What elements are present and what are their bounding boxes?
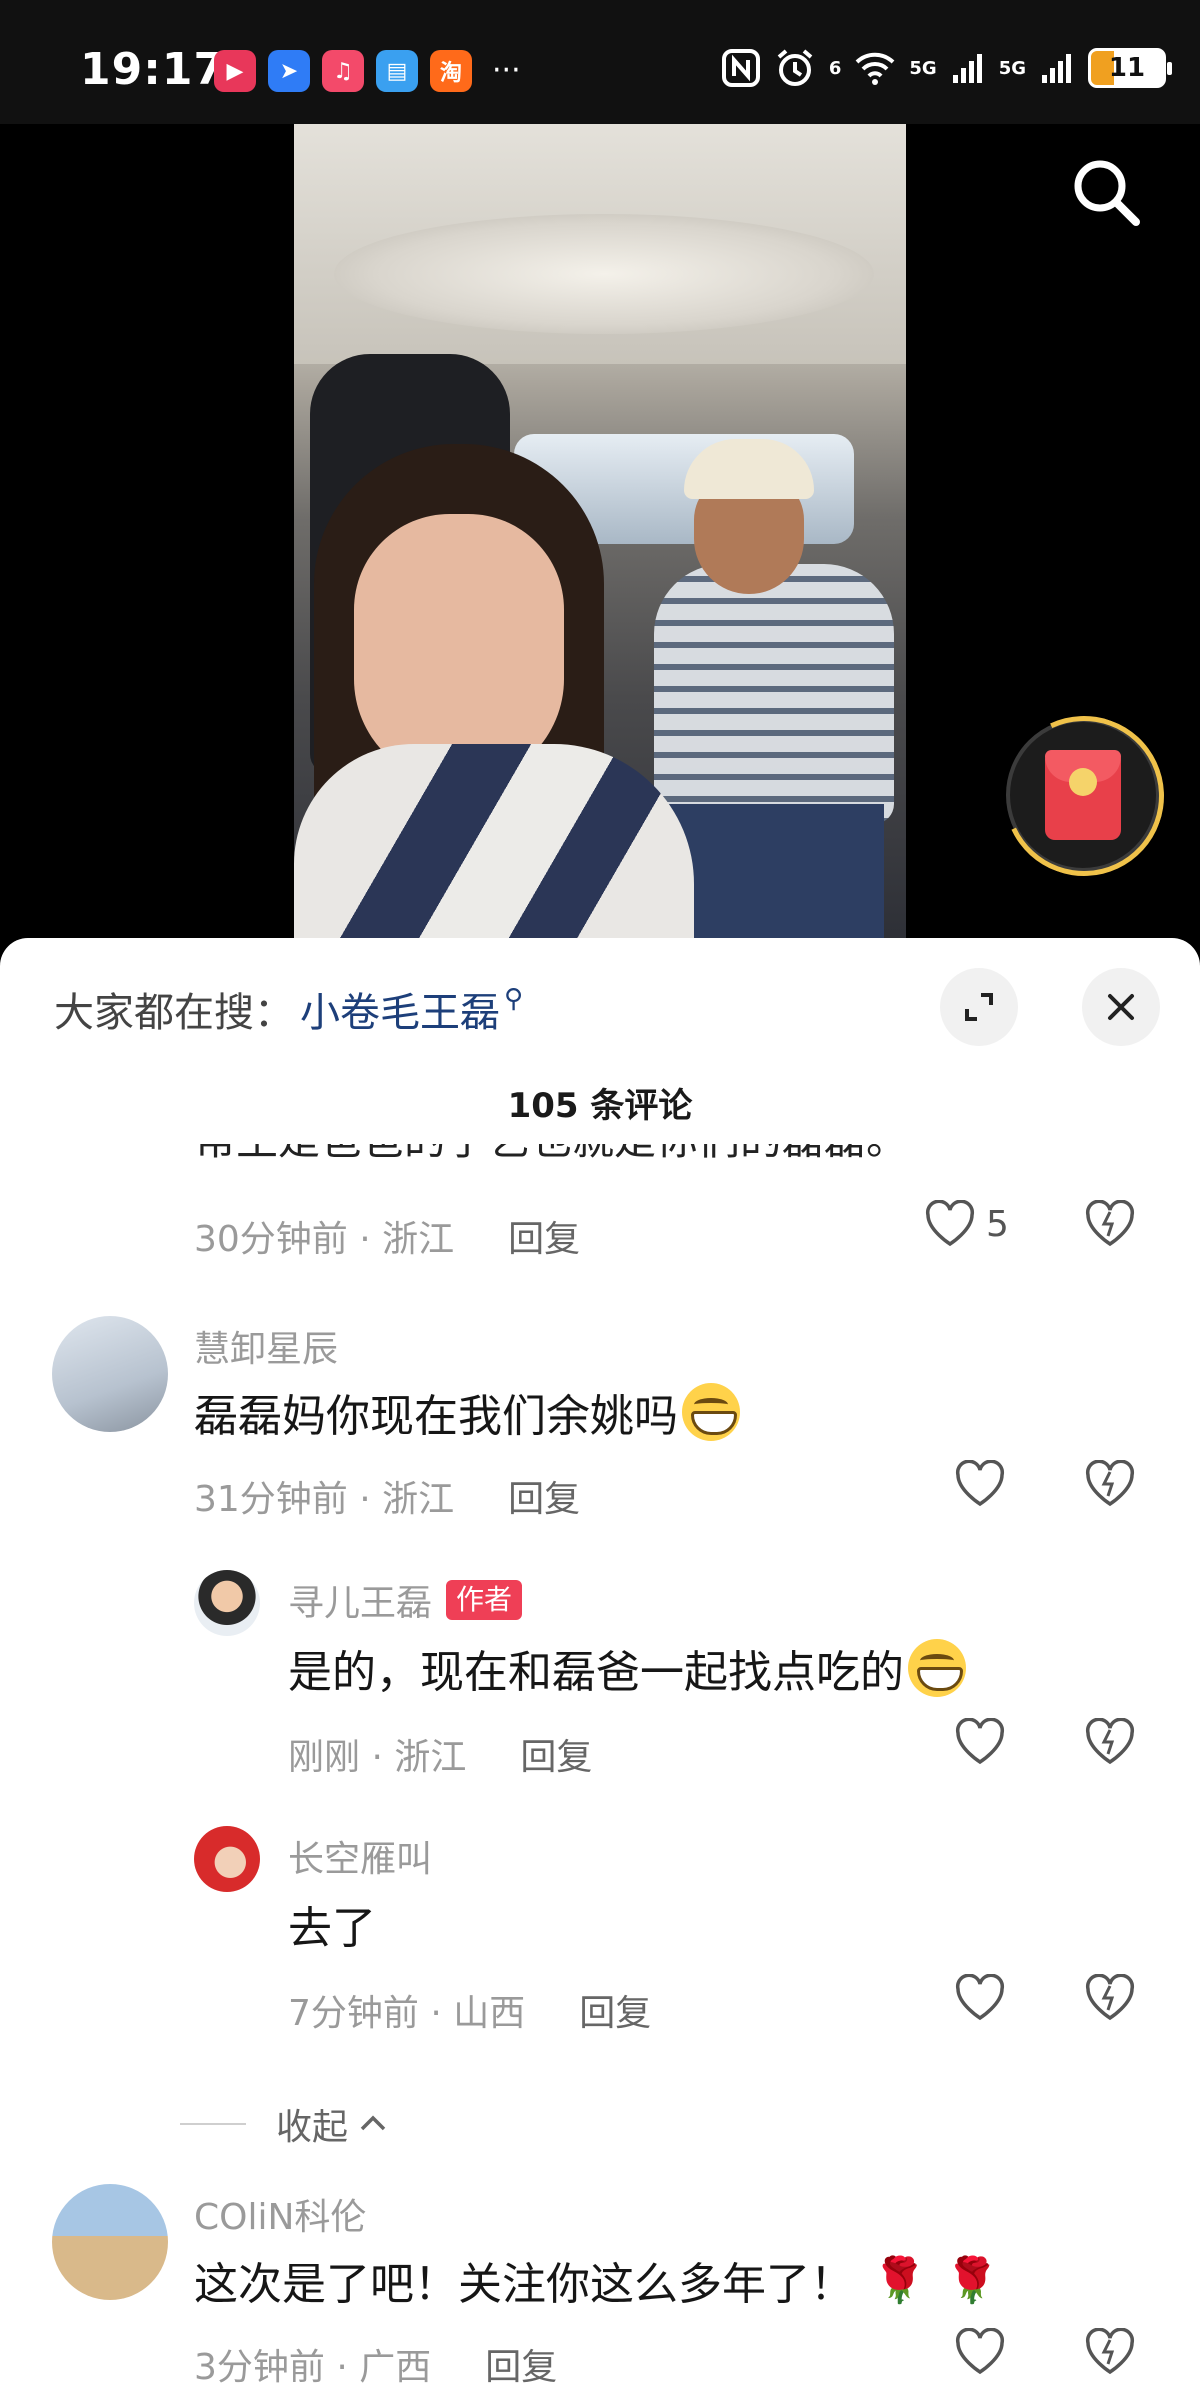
comment-meta: 刚刚 · 浙江 回复 xyxy=(288,1728,592,1780)
alarm-icon xyxy=(777,49,813,86)
woman-shirt xyxy=(294,744,694,944)
heart-icon xyxy=(955,1460,1005,1507)
man-shirt xyxy=(654,564,894,824)
heart-icon xyxy=(955,2328,1005,2375)
more-notifications-icon: ··· xyxy=(492,53,521,88)
search-button[interactable] xyxy=(1066,152,1146,232)
broken-heart-icon xyxy=(1085,1460,1135,1507)
wifi-generation: 6 xyxy=(828,57,842,79)
comment-sheet: 大家都在搜： 小卷毛王磊 ⚲ 105 条评论 常生是爸爸的手艺也就是你们的磊磊。… xyxy=(0,938,1200,2398)
hot-search-term[interactable]: 小卷毛王磊 xyxy=(300,980,500,1038)
expand-button[interactable] xyxy=(940,968,1018,1046)
comment-meta: 7分钟前 · 山西 回复 xyxy=(288,1984,651,2036)
signal-icon-2 xyxy=(1042,54,1071,83)
search-icon xyxy=(1074,160,1140,226)
comment-count-title: 105 条评论 xyxy=(507,1086,693,1126)
reply-button[interactable]: 回复 xyxy=(520,1728,592,1780)
clock: 19:17 xyxy=(80,44,226,95)
wifi-icon xyxy=(855,52,895,85)
comment-text: 这次是了吧！关注你这么多年了！ 🌹 🌹 xyxy=(194,2255,1000,2310)
like-button[interactable] xyxy=(954,1974,1006,2022)
dislike-button[interactable] xyxy=(1084,1974,1136,2022)
signal-icon xyxy=(952,54,982,83)
broken-heart-icon xyxy=(1085,1718,1135,1765)
broken-heart-icon xyxy=(1085,1974,1135,2021)
comment-text-cut: 常生是爸爸的手艺也就是你们的磊磊。 xyxy=(194,1144,908,1176)
hot-search-row[interactable]: 大家都在搜： 小卷毛王磊 ⚲ xyxy=(54,980,523,1038)
like-button[interactable] xyxy=(954,2328,1006,2376)
like-button[interactable] xyxy=(954,1718,1006,1766)
reply-button[interactable]: 回复 xyxy=(485,2338,557,2390)
broken-heart-icon xyxy=(1085,2328,1135,2375)
grin-emoji-icon xyxy=(908,1639,966,1697)
comment-author[interactable]: COliN科伦 xyxy=(194,2188,366,2240)
search-small-icon: ⚲ xyxy=(504,984,524,1014)
heart-icon xyxy=(925,1200,975,1247)
comment-meta: 31分钟前 · 浙江 回复 xyxy=(194,1470,580,1522)
avatar[interactable] xyxy=(194,1570,260,1636)
red-packet-icon xyxy=(1045,750,1121,840)
notification-app-icons: ▶ ➤ ♫ ▤ 淘 ··· xyxy=(214,50,521,92)
comment-text: 磊磊妈你现在我们余姚吗 xyxy=(194,1382,740,1442)
network-type-2: 5G xyxy=(998,57,1026,79)
avatar[interactable] xyxy=(52,2184,168,2300)
reply-button[interactable]: 回复 xyxy=(579,1984,651,2036)
dislike-button[interactable] xyxy=(1084,1200,1136,1248)
like-count: 5 xyxy=(986,1203,1009,1245)
expand-icon xyxy=(965,993,993,1021)
comment-author[interactable]: 慧卸星辰 xyxy=(194,1320,338,1372)
taobao-app-icon: 淘 xyxy=(430,50,472,92)
like-button[interactable] xyxy=(954,1460,1006,1508)
status-bar: 19:17 ▶ ➤ ♫ ▤ 淘 ··· 6 5G 5G 11 xyxy=(0,0,1200,124)
video-player[interactable] xyxy=(0,124,1200,944)
heart-icon xyxy=(955,1974,1005,2021)
divider xyxy=(180,2123,246,2125)
nfc-icon xyxy=(721,49,760,87)
man-legs xyxy=(664,804,884,944)
rose-emoji-icon: 🌹 xyxy=(944,2255,1000,2306)
comment-meta: 3分钟前 · 广西 回复 xyxy=(194,2338,557,2390)
close-icon xyxy=(1108,994,1134,1020)
like-button[interactable]: 5 xyxy=(924,1200,1009,1248)
author-badge: 作者 xyxy=(446,1580,523,1620)
comment-author[interactable]: 长空雁叫 xyxy=(288,1830,432,1882)
close-button[interactable] xyxy=(1082,968,1160,1046)
network-type-1: 5G xyxy=(909,57,937,79)
avatar[interactable] xyxy=(52,1316,168,1432)
hot-search-label: 大家都在搜： xyxy=(54,990,294,1036)
rose-emoji-icon: 🌹 xyxy=(872,2255,927,2306)
reader-app-icon: ▤ xyxy=(376,50,418,92)
chevron-up-icon xyxy=(360,2115,386,2131)
grin-emoji-icon xyxy=(682,1383,740,1441)
dislike-button[interactable] xyxy=(1084,2328,1136,2376)
heart-icon xyxy=(955,1718,1005,1765)
red-packet-button[interactable] xyxy=(981,693,1187,899)
sunroof xyxy=(334,214,874,334)
video-frame[interactable] xyxy=(294,124,906,944)
status-indicators: 6 5G 5G 11 xyxy=(721,48,1172,88)
comment-author[interactable]: 寻儿王磊 作者 xyxy=(288,1574,523,1626)
broken-heart-icon xyxy=(1085,1200,1135,1247)
reply-button[interactable]: 回复 xyxy=(508,1210,580,1262)
feishu-app-icon: ➤ xyxy=(268,50,310,92)
avatar[interactable] xyxy=(194,1826,260,1892)
dislike-button[interactable] xyxy=(1084,1718,1136,1766)
comment-text: 去了 xyxy=(288,1903,376,1954)
comment-meta: 30分钟前 · 浙江 回复 xyxy=(194,1210,580,1262)
comment-text: 是的，现在和磊爸一起找点吃的 xyxy=(288,1638,966,1698)
battery-icon: 11 xyxy=(1088,48,1172,88)
music-app-icon: ♫ xyxy=(322,50,364,92)
reply-button[interactable]: 回复 xyxy=(508,1470,580,1522)
video-app-icon: ▶ xyxy=(214,50,256,92)
collapse-replies-button[interactable]: 收起 xyxy=(180,2098,390,2150)
dislike-button[interactable] xyxy=(1084,1460,1136,1508)
